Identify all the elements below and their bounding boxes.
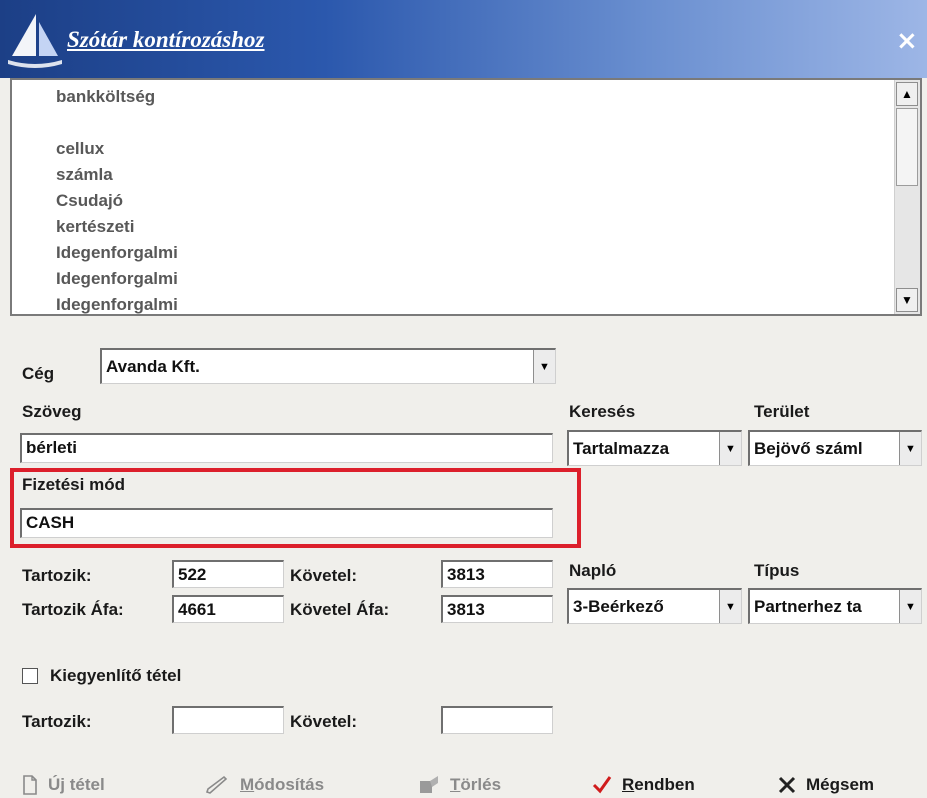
scroll-up-icon[interactable]: ▲ [896, 82, 918, 106]
list-item[interactable]: bankköltség [56, 84, 894, 110]
terulet-select[interactable]: Bejövő száml ▼ [748, 430, 922, 466]
tartozik-input[interactable]: 522 [172, 560, 284, 588]
delete-label: Törlés [450, 775, 502, 794]
tartozik-afa-input[interactable]: 4661 [172, 595, 284, 623]
check-icon [592, 775, 612, 795]
tipus-value: Partnerhez ta [754, 597, 862, 616]
new-item-button[interactable]: Új tétel [22, 773, 105, 797]
chevron-down-icon[interactable]: ▼ [899, 590, 921, 623]
ceg-value: Avanda Kft. [106, 357, 200, 376]
tartozik-afa-label: Tartozik Áfa: [22, 600, 124, 619]
terulet-value: Bejövő száml [754, 439, 863, 458]
chevron-down-icon[interactable]: ▼ [533, 350, 555, 383]
list-item[interactable]: Idegenforgalmi [56, 240, 894, 266]
window-title: Szótár kontírozáshoz [67, 27, 265, 52]
scroll-thumb[interactable] [896, 108, 918, 186]
ok-button[interactable]: Rendben [592, 773, 695, 797]
chevron-down-icon[interactable]: ▼ [719, 432, 741, 465]
list-item[interactable]: Idegenforgalmi [56, 266, 894, 292]
fizetesi-mod-label: Fizetési mód [22, 475, 125, 494]
kovetel-afa-input[interactable]: 3813 [441, 595, 553, 623]
new-item-label: Új tétel [48, 775, 105, 794]
kiegyenlito-kovetel-input[interactable] [441, 706, 553, 734]
tipus-label: Típus [754, 561, 800, 580]
x-icon [778, 776, 796, 794]
kovetel-label: Követel: [290, 566, 358, 585]
sail-logo-icon [8, 14, 62, 68]
chevron-down-icon[interactable]: ▼ [899, 432, 921, 465]
tipus-select[interactable]: Partnerhez ta ▼ [748, 588, 922, 624]
ok-label: Rendben [622, 775, 695, 794]
chevron-down-icon[interactable]: ▼ [719, 590, 741, 623]
title-bar: Szótár kontírozáshoz × [0, 0, 927, 78]
ceg-label: Cég [22, 364, 55, 383]
tartozik-label: Tartozik: [22, 566, 92, 585]
kiegyenlito-tartozik-input[interactable] [172, 706, 284, 734]
list-item[interactable]: cellux [56, 136, 894, 162]
scroll-down-icon[interactable]: ▼ [896, 288, 918, 312]
terulet-label: Terület [754, 402, 810, 421]
list-item[interactable]: Csudajó [56, 188, 894, 214]
cancel-button[interactable]: Mégsem [778, 773, 874, 797]
delete-button[interactable]: Törlés [418, 773, 501, 797]
pencil-icon [204, 775, 230, 795]
document-icon [22, 775, 38, 795]
list-item[interactable] [56, 110, 894, 136]
fizetesi-mod-input[interactable]: CASH [20, 508, 553, 538]
list-items: bankköltség cellux számla Csudajó kertés… [56, 84, 894, 314]
list-item[interactable]: számla [56, 162, 894, 188]
szoveg-label: Szöveg [22, 402, 82, 421]
list-scrollbar[interactable]: ▲ ▼ [894, 80, 920, 314]
modify-button[interactable]: Módosítás [204, 773, 324, 797]
naplo-label: Napló [569, 561, 617, 580]
kiegyenlito-kovetel-label: Követel: [290, 712, 358, 731]
kiegyenlito-checkbox[interactable] [22, 668, 38, 684]
list-item[interactable]: kertészeti [56, 214, 894, 240]
ceg-select[interactable]: Avanda Kft. ▼ [100, 348, 556, 384]
cancel-label: Mégsem [806, 775, 875, 794]
list-item[interactable]: Idegenforgalmi [56, 292, 894, 314]
eraser-icon [418, 775, 440, 795]
szoveg-input[interactable]: bérleti [20, 433, 553, 463]
kovetel-afa-label: Követel Áfa: [290, 600, 390, 619]
kovetel-input[interactable]: 3813 [441, 560, 553, 588]
close-icon[interactable]: × [896, 26, 918, 56]
kereses-label: Keresés [569, 402, 636, 421]
naplo-select[interactable]: 3-Beérkező ▼ [567, 588, 742, 624]
kiegyenlito-tartozik-label: Tartozik: [22, 712, 92, 731]
modify-label: Módosítás [240, 775, 325, 794]
kiegyenlito-label: Kiegyenlítő tétel [50, 666, 182, 685]
kereses-select[interactable]: Tartalmazza ▼ [567, 430, 742, 466]
naplo-value: 3-Beérkező [573, 597, 664, 616]
dictionary-list[interactable]: bankköltség cellux számla Csudajó kertés… [10, 78, 922, 316]
kereses-value: Tartalmazza [573, 439, 670, 458]
